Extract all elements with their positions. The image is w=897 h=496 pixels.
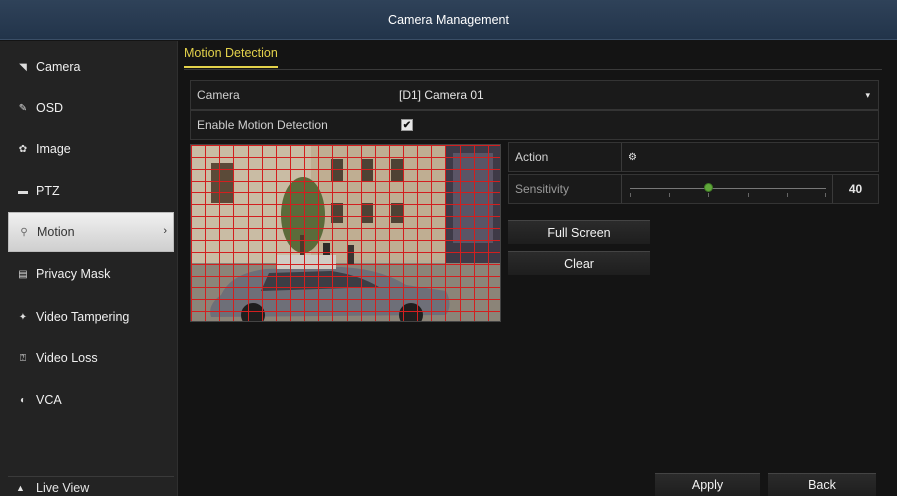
vca-icon: ◐ (19, 394, 27, 406)
motion-grid-overlay (191, 145, 500, 321)
sidebar-item-video-loss[interactable]: ⍰ Video Loss (8, 338, 174, 378)
image-icon: ✿ (18, 143, 28, 155)
sensitivity-row: Sensitivity 40 (508, 174, 879, 204)
sensitivity-label: Sensitivity (515, 182, 570, 196)
slider-tick (787, 193, 788, 197)
sidebar: ◥ Camera ✎ OSD ✿ Image ▬ PTZ ⚲ Motion › … (0, 41, 178, 496)
sidebar-item-osd[interactable]: ✎ OSD (8, 88, 174, 128)
action-row: Action ⚙ (508, 142, 879, 172)
sidebar-item-image[interactable]: ✿ Image (8, 129, 174, 169)
chevron-down-icon: ▾ (865, 89, 870, 100)
sidebar-item-label: Video Loss (36, 351, 98, 365)
tab-motion-detection[interactable]: Motion Detection (184, 46, 278, 68)
gear-icon[interactable]: ⚙ (621, 143, 880, 171)
sidebar-item-label: Video Tampering (36, 310, 130, 324)
ptz-icon: ▬ (18, 185, 28, 197)
slider-tick (669, 193, 670, 197)
back-button[interactable]: Back (768, 473, 876, 496)
tab-label: Motion Detection (184, 46, 278, 60)
slider-tick (825, 193, 826, 197)
home-icon: ▲ (16, 482, 25, 493)
camera-value: [D1] Camera 01 (399, 88, 484, 102)
sidebar-item-video-tampering[interactable]: ✦ Video Tampering (8, 297, 174, 337)
camera-preview[interactable] (190, 144, 501, 322)
tab-divider (184, 69, 882, 70)
apply-label: Apply (691, 478, 724, 492)
sidebar-item-vca[interactable]: ◐ VCA (8, 380, 174, 420)
sidebar-item-label: Camera (36, 60, 81, 74)
slider-tick (748, 193, 749, 197)
sidebar-item-camera[interactable]: ◥ Camera (8, 47, 174, 87)
sidebar-item-motion[interactable]: ⚲ Motion › (8, 212, 174, 252)
sidebar-item-label: OSD (36, 101, 64, 115)
motion-icon: ⚲ (20, 226, 28, 238)
sensitivity-slider[interactable] (621, 175, 833, 203)
sidebar-item-label: Motion (37, 225, 75, 239)
sensitivity-value[interactable]: 40 (832, 175, 878, 203)
sidebar-item-ptz[interactable]: ▬ PTZ (8, 171, 174, 211)
enable-motion-label: Enable Motion Detection (197, 118, 328, 132)
enable-motion-row: Enable Motion Detection ✔ (190, 110, 879, 140)
sidebar-item-label: Image (36, 142, 71, 156)
slider-tick (630, 193, 631, 197)
full-screen-button[interactable]: Full Screen (508, 220, 650, 244)
back-label: Back (808, 478, 836, 492)
live-view-label: Live View (36, 480, 90, 495)
chevron-right-icon: › (163, 225, 167, 237)
camera-label: Camera (197, 88, 240, 102)
sidebar-item-label: Privacy Mask (36, 267, 111, 281)
camera-icon: ◥ (19, 61, 27, 73)
sidebar-item-label: VCA (36, 393, 62, 407)
camera-select[interactable]: Camera [D1] Camera 01 ▾ (190, 80, 879, 110)
clear-label: Clear (564, 256, 594, 271)
clear-button[interactable]: Clear (508, 251, 650, 275)
title-bar: Camera Management (0, 0, 897, 40)
action-label: Action (515, 150, 549, 164)
enable-motion-checkbox[interactable]: ✔ (401, 119, 413, 131)
live-view-button[interactable]: ▲ Live View (8, 476, 174, 496)
video-loss-icon: ⍰ (20, 352, 26, 364)
slider-track (630, 188, 826, 189)
slider-tick (708, 193, 709, 197)
sidebar-item-privacy-mask[interactable]: ▤ Privacy Mask (8, 254, 174, 294)
osd-icon: ✎ (18, 102, 28, 114)
video-tampering-icon: ✦ (18, 311, 28, 323)
sidebar-item-label: PTZ (36, 184, 60, 198)
slider-handle[interactable] (704, 183, 713, 192)
window-title: Camera Management (388, 12, 509, 27)
privacy-mask-icon: ▤ (18, 268, 28, 280)
apply-button[interactable]: Apply (655, 473, 760, 496)
full-screen-label: Full Screen (547, 225, 611, 240)
